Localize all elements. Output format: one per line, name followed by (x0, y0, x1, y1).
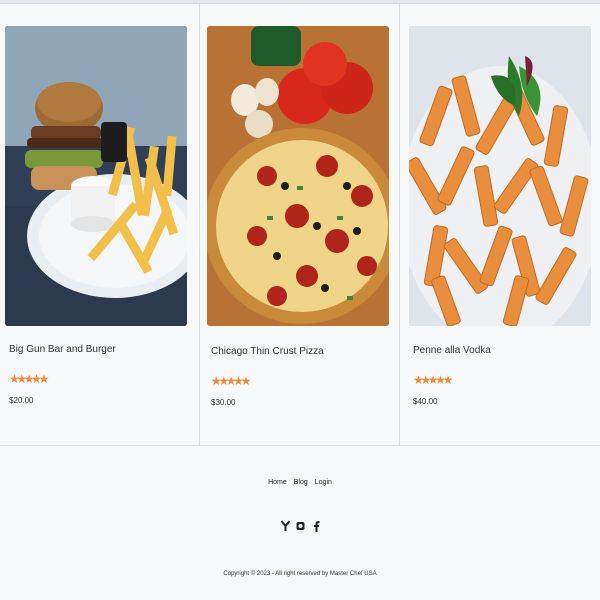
footer-link-login[interactable]: Login (315, 479, 332, 486)
star-icon: ★ (31, 372, 42, 386)
star-icon: ★ (218, 374, 230, 388)
menu-card-grid: Big Gun Bar and Burger ★ ★ ★ ★ ★ $20.00 (0, 4, 600, 446)
star-icon: ★ (23, 372, 35, 386)
pizza-photo[interactable] (207, 26, 389, 326)
social-links (0, 519, 600, 532)
penne-pasta-photo[interactable] (409, 26, 591, 326)
item-price: $20.00 (9, 396, 34, 405)
burger-and-fries-photo[interactable] (5, 26, 187, 326)
star-icon: ★ (240, 374, 252, 388)
star-rating: ★ ★ ★ ★ ★ (9, 372, 50, 386)
item-price: $30.00 (211, 398, 236, 407)
star-icon: ★ (225, 374, 237, 388)
star-icon: ★ (442, 373, 454, 387)
facebook-icon[interactable] (311, 519, 320, 532)
site-footer: Home Blog Login Copyright © 2023 - All r… (0, 447, 600, 600)
star-icon: ★ (420, 373, 432, 387)
footer-link-blog[interactable]: Blog (294, 479, 308, 486)
youtube-icon[interactable] (280, 519, 290, 531)
star-icon: ★ (413, 373, 424, 387)
menu-card[interactable]: Penne alla Vodka ★ ★ ★ ★ ★ $40.00 (400, 4, 600, 445)
star-icon: ★ (9, 372, 20, 386)
star-icon: ★ (427, 373, 439, 387)
instagram-icon[interactable] (296, 519, 305, 531)
menu-card[interactable]: Chicago Thin Crust Pizza ★ ★ ★ ★ ★ $30.0… (200, 4, 400, 445)
copyright-text: Copyright © 2023 - All right reserved by… (223, 571, 377, 577)
star-rating: ★ ★ ★ ★ ★ (211, 374, 252, 388)
star-icon: ★ (38, 372, 50, 386)
item-name[interactable]: Big Gun Bar and Burger (9, 344, 116, 355)
star-icon: ★ (233, 374, 244, 388)
item-price: $40.00 (413, 397, 438, 406)
footer-link-home[interactable]: Home (268, 479, 287, 486)
item-name[interactable]: Penne alla Vodka (413, 345, 491, 356)
footer-nav: Home Blog Login (0, 479, 600, 486)
item-name[interactable]: Chicago Thin Crust Pizza (211, 346, 324, 357)
star-icon: ★ (435, 373, 446, 387)
menu-card[interactable]: Big Gun Bar and Burger ★ ★ ★ ★ ★ $20.00 (0, 4, 200, 445)
star-rating: ★ ★ ★ ★ ★ (413, 373, 454, 387)
star-icon: ★ (211, 374, 222, 388)
star-icon: ★ (16, 372, 28, 386)
